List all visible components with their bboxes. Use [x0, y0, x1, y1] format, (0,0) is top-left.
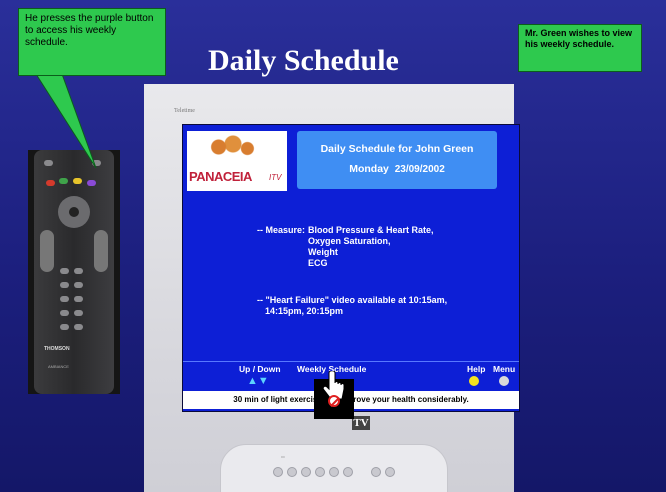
slide-title: Daily Schedule	[208, 44, 399, 77]
callout-arrow	[35, 73, 97, 169]
callout-right-text: Mr. Green wishes to view his weekly sche…	[525, 28, 633, 49]
callout-left: He presses the purple button to access h…	[18, 8, 166, 76]
callout-right: Mr. Green wishes to view his weekly sche…	[518, 24, 642, 72]
callout-left-text: He presses the purple button to access h…	[25, 13, 154, 48]
slide: Teletime PANACEIA ITV Daily Schedule for…	[0, 0, 666, 492]
